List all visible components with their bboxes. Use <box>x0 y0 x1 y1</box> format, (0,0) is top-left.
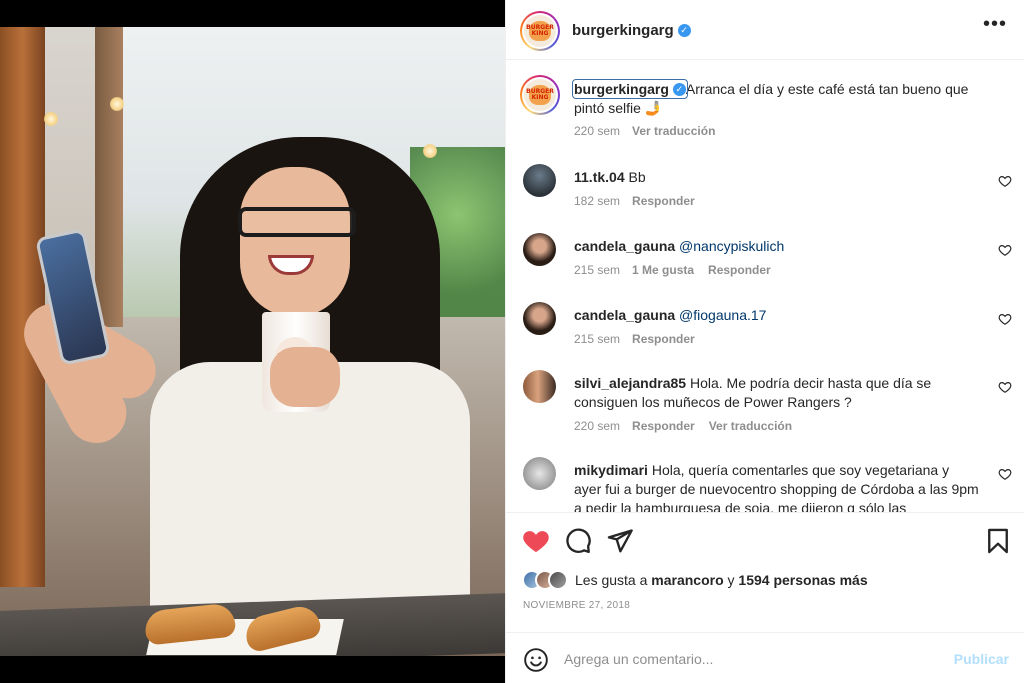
comment-timestamp[interactable]: 215 sem <box>574 263 620 277</box>
comment-like-heart-icon[interactable] <box>998 380 1012 394</box>
comments-list[interactable]: BURGER KING burgerkingarg ✓ Arranca el día … <box>506 61 1024 512</box>
post-actions: Les gusta a marancoro y 1594 personas má… <box>506 512 1024 632</box>
author-avatar[interactable]: BURGER KING <box>520 11 560 51</box>
comment-like-heart-icon[interactable] <box>998 312 1012 326</box>
translate-link[interactable]: Ver traducción <box>709 419 792 433</box>
post-media[interactable]: BURGER KING <box>0 0 505 683</box>
mention-link[interactable]: @nancypiskulich <box>679 238 784 254</box>
verified-badge-icon: ✓ <box>677 23 691 37</box>
commenter-username-link[interactable]: mikydimari <box>574 462 648 478</box>
comment-timestamp[interactable]: 215 sem <box>574 332 620 346</box>
verified-badge-icon: ✓ <box>672 82 686 96</box>
comment-text: candela_gauna @fiogauna.17 <box>574 306 979 325</box>
post-date[interactable]: NOVIEMBRE 27, 2018 <box>523 600 630 611</box>
post-photo[interactable]: BURGER KING <box>0 27 505 656</box>
emoji-smile-icon[interactable] <box>523 647 549 673</box>
liker-username-link[interactable]: marancoro <box>651 572 723 588</box>
reply-button[interactable]: Responder <box>632 194 695 208</box>
likes-count-link[interactable]: 1594 personas más <box>738 572 867 588</box>
comment-timestamp[interactable]: 220 sem <box>574 419 620 433</box>
comment-text: 11.tk.04 Bb <box>574 168 979 187</box>
commenter-username-link[interactable]: candela_gauna <box>574 238 675 254</box>
commenter-username-link[interactable]: 11.tk.04 <box>574 169 625 185</box>
reply-button[interactable]: Responder <box>632 332 695 346</box>
comment-timestamp[interactable]: 182 sem <box>574 194 620 208</box>
caption-meta: 220 sem Ver traducción <box>574 124 729 138</box>
burger-king-logo-icon: BURGER KING <box>524 79 556 111</box>
post-side-panel: BURGER KING burgerkingarg ✓ ••• BURGER KING… <box>505 0 1024 683</box>
caption-timestamp[interactable]: 220 sem <box>574 124 620 138</box>
commenter-username-link[interactable]: silvi_alejandra85 <box>574 375 686 391</box>
caption-username-link[interactable]: burgerkingarg ✓ <box>572 79 688 99</box>
comment-input[interactable] <box>564 645 934 673</box>
comment-icon[interactable] <box>564 527 592 555</box>
burger-king-logo-icon: BURGER KING <box>524 15 556 47</box>
comment-text: silvi_alejandra85 Hola. Me podría decir … <box>574 374 979 412</box>
commenter-avatar[interactable] <box>523 457 556 490</box>
likes-summary[interactable]: Les gusta a marancoro y 1594 personas má… <box>522 569 868 591</box>
commenter-avatar[interactable] <box>523 370 556 403</box>
commenter-avatar[interactable] <box>523 302 556 335</box>
reply-button[interactable]: Responder <box>632 419 695 433</box>
more-options-icon[interactable]: ••• <box>983 14 1007 34</box>
comment-text: candela_gauna @nancypiskulich <box>574 237 979 256</box>
heart-filled-icon[interactable] <box>522 527 550 555</box>
photo-wood-pillar <box>95 27 123 327</box>
add-comment-bar: Publicar <box>506 632 1024 683</box>
caption-author-avatar[interactable]: BURGER KING <box>520 75 560 115</box>
comment-body: Bb <box>628 169 646 185</box>
publish-button[interactable]: Publicar <box>954 651 1009 667</box>
reply-button[interactable]: Responder <box>708 263 771 277</box>
photo-glasses <box>238 207 356 237</box>
comment-like-heart-icon[interactable] <box>998 243 1012 257</box>
post-header: BURGER KING burgerkingarg ✓ ••• <box>506 0 1024 60</box>
photo-woman-face <box>240 167 350 317</box>
translate-link[interactable]: Ver traducción <box>632 124 715 138</box>
caption-text: burgerkingarg ✓ Arranca el día y este café… <box>572 79 984 118</box>
photo-lamp <box>110 97 124 111</box>
comment-like-heart-icon[interactable] <box>998 467 1012 481</box>
mention-link[interactable]: @fiogauna.17 <box>679 307 766 323</box>
comment-text: mikydimari Hola, quería comentarles que … <box>574 461 979 512</box>
photo-hand <box>270 347 340 407</box>
photo-lamp <box>423 144 437 158</box>
author-username-link[interactable]: burgerkingarg ✓ <box>572 22 691 39</box>
send-icon[interactable] <box>606 527 634 555</box>
likes-text: Les gusta a marancoro y 1594 personas má… <box>575 572 868 588</box>
bookmark-icon[interactable] <box>984 527 1012 555</box>
comment-meta: 182 sem Responder <box>574 194 709 208</box>
commenter-username-link[interactable]: candela_gauna <box>574 307 675 323</box>
commenter-avatar[interactable] <box>523 164 556 197</box>
liker-avatar <box>548 570 568 590</box>
comment-meta: 220 sem Responder Ver traducción <box>574 419 806 433</box>
photo-lamp <box>44 112 58 126</box>
comment-like-heart-icon[interactable] <box>998 174 1012 188</box>
commenter-avatar[interactable] <box>523 233 556 266</box>
comment-meta: 215 sem 1 Me gusta Responder <box>574 263 785 277</box>
comment-likes-count[interactable]: 1 Me gusta <box>632 263 694 277</box>
comment-meta: 215 sem Responder <box>574 332 709 346</box>
